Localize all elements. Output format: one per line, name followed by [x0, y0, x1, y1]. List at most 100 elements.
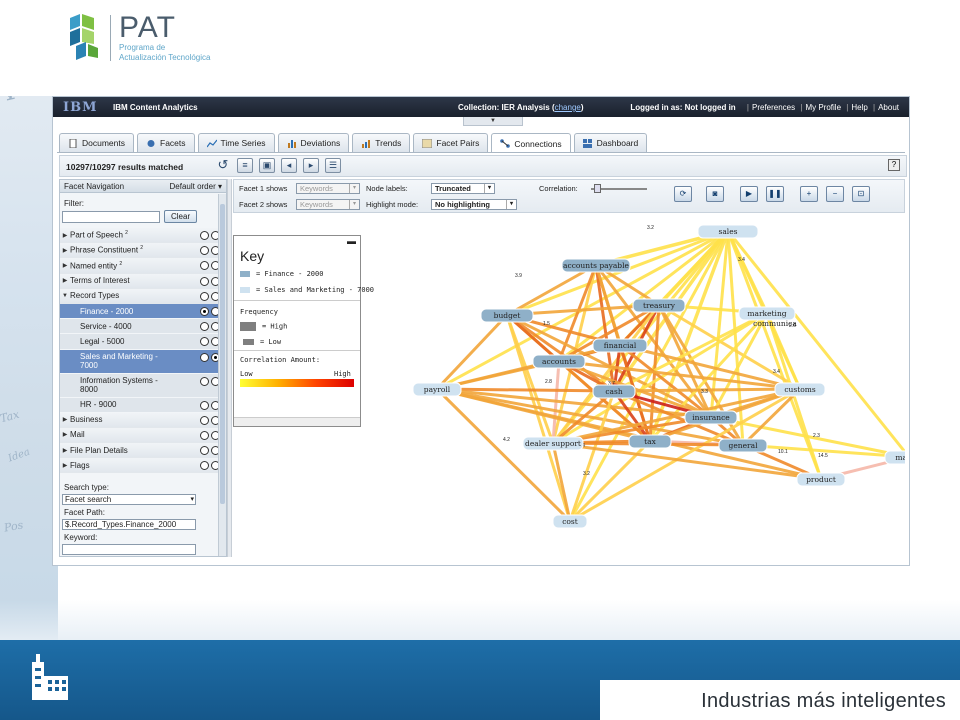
pat-logo-subtitle-2: Actualización Tecnológica — [119, 53, 211, 62]
save-icon[interactable]: ▣ — [259, 158, 275, 173]
play-icon[interactable]: ▶ — [740, 186, 758, 202]
facet-path-value: $.Record_Types.Finance_2000 — [65, 520, 177, 530]
change-collection-link[interactable]: change — [555, 103, 581, 112]
export-icon[interactable]: ☰ — [325, 158, 341, 173]
radio-option-selected[interactable] — [200, 306, 209, 316]
radio-option[interactable] — [200, 376, 209, 386]
radio-option[interactable] — [200, 446, 209, 456]
preferences-link[interactable]: Preferences — [752, 103, 795, 112]
clear-button[interactable]: Clear — [164, 210, 198, 223]
graph-node-label: market — [895, 453, 905, 462]
panel-splitter[interactable] — [227, 179, 232, 557]
node-labels-select[interactable]: Truncated ▾ — [431, 183, 495, 194]
tab-time-series[interactable]: Time Series — [197, 133, 275, 152]
zoom-in-icon[interactable]: + — [800, 186, 818, 202]
filter-input[interactable] — [62, 210, 160, 223]
facet-panel-scrollbar[interactable] — [218, 194, 226, 556]
tab-facets[interactable]: Facets — [137, 133, 195, 152]
tab-facet-pairs[interactable]: Facet Pairs — [413, 133, 489, 152]
minimize-icon[interactable]: ▬ — [347, 236, 356, 246]
highlight-mode-select[interactable]: No highlighting ▾ — [431, 199, 517, 210]
zoom-fit-icon[interactable]: ⊡ — [852, 186, 870, 202]
expand-arrow-icon[interactable]: ▶ — [60, 277, 70, 284]
tab-dashboard[interactable]: Dashboard — [573, 133, 648, 152]
expand-arrow-icon[interactable]: ▶ — [60, 247, 70, 254]
tab-trends[interactable]: Trends — [352, 133, 411, 152]
zoom-out-icon[interactable]: − — [826, 186, 844, 202]
facet-item-record-types[interactable]: ▼ Record Types — [60, 288, 226, 304]
graph-node-label: treasury — [643, 301, 676, 310]
graph-node-label: payroll — [424, 385, 451, 394]
facet-item-flags[interactable]: ▶ Flags — [60, 458, 226, 474]
expand-arrow-icon[interactable]: ▶ — [60, 447, 70, 454]
facet-navigation-panel: Facet Navigation Default order ▾ Filter:… — [59, 179, 227, 557]
radio-option[interactable] — [200, 461, 209, 471]
facet-item-part-of-speech[interactable]: ▶ Part of Speech 2 — [60, 228, 226, 244]
facet-item-business[interactable]: ▶ Business — [60, 412, 226, 428]
graph-node-label: financial — [604, 341, 637, 350]
expand-arrow-icon[interactable]: ▶ — [60, 232, 70, 239]
expand-arrow-icon[interactable]: ▶ — [60, 416, 70, 423]
radio-option[interactable] — [200, 246, 209, 256]
facet2-select[interactable]: Keywords ▾ — [296, 199, 360, 210]
expand-arrow-icon[interactable]: ▶ — [60, 431, 70, 438]
tab-connections[interactable]: Connections — [491, 133, 571, 153]
radio-option[interactable] — [200, 322, 209, 332]
scrollbar-thumb[interactable] — [220, 204, 225, 504]
next-query-icon[interactable]: ▸ — [303, 158, 319, 173]
key-scrollbar[interactable] — [234, 417, 360, 426]
record-type-legal[interactable]: Legal - 5000 — [60, 334, 226, 350]
highlight-mode-value: No highlighting — [435, 200, 490, 209]
radio-option[interactable] — [200, 337, 209, 347]
facet1-select[interactable]: Keywords ▾ — [296, 183, 360, 194]
snapshot-icon[interactable]: ◙ — [706, 186, 724, 202]
radio-option[interactable] — [200, 231, 209, 240]
radio-option[interactable] — [200, 261, 209, 271]
search-type-select[interactable]: Facet search ▾ — [62, 494, 196, 506]
record-type-service[interactable]: Service - 4000 — [60, 319, 226, 335]
undo-icon[interactable]: ↺ — [215, 158, 231, 173]
pause-icon[interactable]: ❚❚ — [766, 186, 784, 202]
radio-option[interactable] — [200, 430, 209, 440]
record-type-label: Service - 4000 — [80, 321, 132, 331]
radio-option[interactable] — [200, 415, 209, 425]
record-type-information-systems[interactable]: Information Systems -8000 — [60, 373, 226, 398]
expand-arrow-icon[interactable]: ▶ — [60, 262, 70, 269]
facet-item-named-entity[interactable]: ▶ Named entity 2 — [60, 258, 226, 274]
help-link[interactable]: Help — [851, 103, 867, 112]
key-frequency-low: = Low — [240, 338, 281, 346]
expand-arrow-icon[interactable]: ▶ — [60, 462, 70, 469]
correlation-slider-handle[interactable] — [594, 184, 601, 193]
radio-option[interactable] — [200, 352, 209, 362]
record-type-finance[interactable]: Finance - 2000 — [60, 303, 226, 320]
trends-icon — [361, 139, 371, 148]
record-type-hr[interactable]: HR - 9000 — [60, 397, 226, 413]
tab-documents[interactable]: Documents — [59, 133, 134, 152]
radio-option[interactable] — [200, 276, 209, 286]
tab-deviations[interactable]: Deviations — [277, 133, 350, 152]
radio-option[interactable] — [200, 291, 209, 301]
refresh-icon[interactable]: ⟳ — [674, 186, 692, 202]
about-link[interactable]: About — [878, 103, 899, 112]
my-profile-link[interactable]: My Profile — [805, 103, 841, 112]
facet-navigation-header: Facet Navigation Default order ▾ — [60, 180, 226, 193]
facet-item-phrase-constituent[interactable]: ▶ Phrase Constituent 2 — [60, 243, 226, 259]
key-title: Key — [240, 248, 265, 264]
previous-query-icon[interactable]: ◂ — [281, 158, 297, 173]
facet-item-terms-of-interest[interactable]: ▶ Terms of Interest — [60, 273, 226, 289]
facet-item-mail[interactable]: ▶ Mail — [60, 427, 226, 444]
help-icon[interactable]: ? — [888, 159, 900, 171]
record-type-sales-marketing[interactable]: Sales and Marketing -7000 — [60, 349, 226, 374]
collapse-header-handle[interactable]: ▼ — [463, 117, 523, 126]
graph-key-panel: ▬ Key = Finance - 2000 = Sales and Marke… — [233, 235, 374, 427]
sort-order-dropdown[interactable]: Default order ▾ — [170, 182, 223, 191]
key-finance-label: = Finance - 2000 — [256, 270, 324, 278]
keyword-field[interactable] — [62, 544, 196, 556]
record-type-label: Information Systems - — [80, 376, 158, 385]
facet-item-file-plan-details[interactable]: ▶ File Plan Details — [60, 443, 226, 459]
key-sales: = Sales and Marketing - 7000 — [240, 286, 374, 294]
radio-option[interactable] — [200, 400, 209, 410]
collapse-arrow-icon[interactable]: ▼ — [60, 293, 70, 299]
query-builder-icon[interactable]: ≡ — [237, 158, 253, 173]
facet-path-field[interactable]: $.Record_Types.Finance_2000 — [62, 519, 196, 531]
